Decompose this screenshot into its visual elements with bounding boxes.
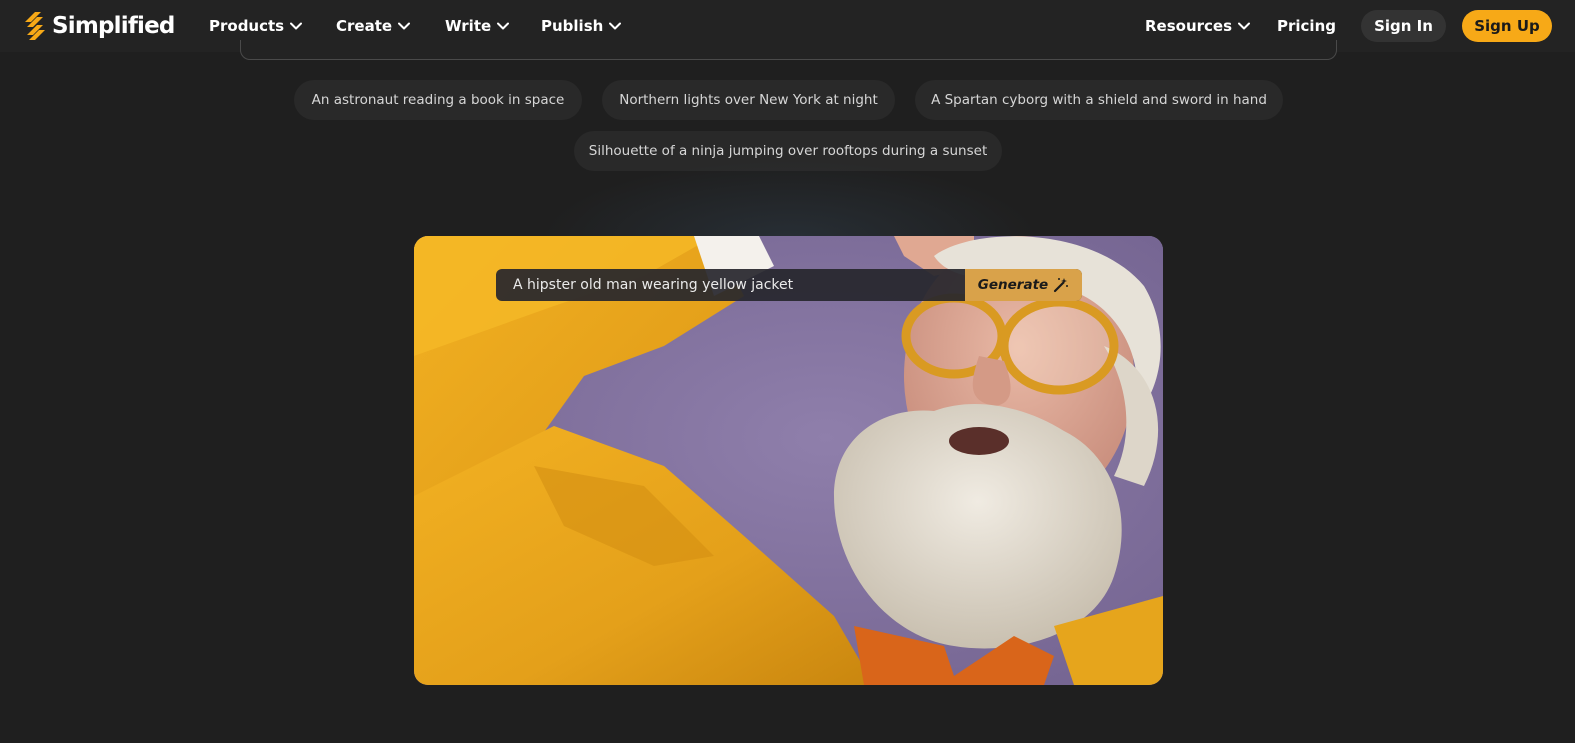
nav-publish-label: Publish <box>541 17 604 35</box>
nav-products[interactable]: Products <box>209 15 303 37</box>
simplified-logo-icon <box>25 12 45 40</box>
suggestion-chip[interactable]: A Spartan cyborg with a shield and sword… <box>915 80 1283 120</box>
suggestion-chip[interactable]: An astronaut reading a book in space <box>294 80 582 120</box>
nav-create-label: Create <box>336 17 393 35</box>
demo-image <box>414 236 1163 685</box>
hipster-old-man-illustration <box>414 236 1163 685</box>
chevron-down-icon <box>1238 22 1251 30</box>
nav-write-label: Write <box>445 17 492 35</box>
generate-button-label: Generate <box>977 277 1049 293</box>
nav-products-label: Products <box>209 17 285 35</box>
sign-in-button[interactable]: Sign In <box>1361 10 1446 42</box>
sign-up-button[interactable]: Sign Up <box>1462 10 1552 42</box>
nav-resources-label: Resources <box>1145 17 1233 35</box>
nav-create[interactable]: Create <box>336 15 411 37</box>
search-box-edge[interactable] <box>240 40 1337 60</box>
demo-prompt-bar: Generate <box>496 269 1082 301</box>
nav-write[interactable]: Write <box>445 15 510 37</box>
brand-name: Simplified <box>52 13 175 39</box>
brand-logo[interactable]: Simplified <box>22 10 175 42</box>
nav-pricing-label: Pricing <box>1277 17 1336 35</box>
generate-button[interactable]: Generate <box>965 269 1082 301</box>
chevron-down-icon <box>609 22 622 30</box>
nav-pricing[interactable]: Pricing <box>1277 15 1336 37</box>
magic-wand-icon <box>1054 278 1069 293</box>
nav-publish[interactable]: Publish <box>541 15 622 37</box>
nav-resources[interactable]: Resources <box>1145 15 1251 37</box>
chevron-down-icon <box>497 22 510 30</box>
chevron-down-icon <box>290 22 303 30</box>
suggestion-chip[interactable]: Northern lights over New York at night <box>602 80 895 120</box>
chevron-down-icon <box>398 22 411 30</box>
